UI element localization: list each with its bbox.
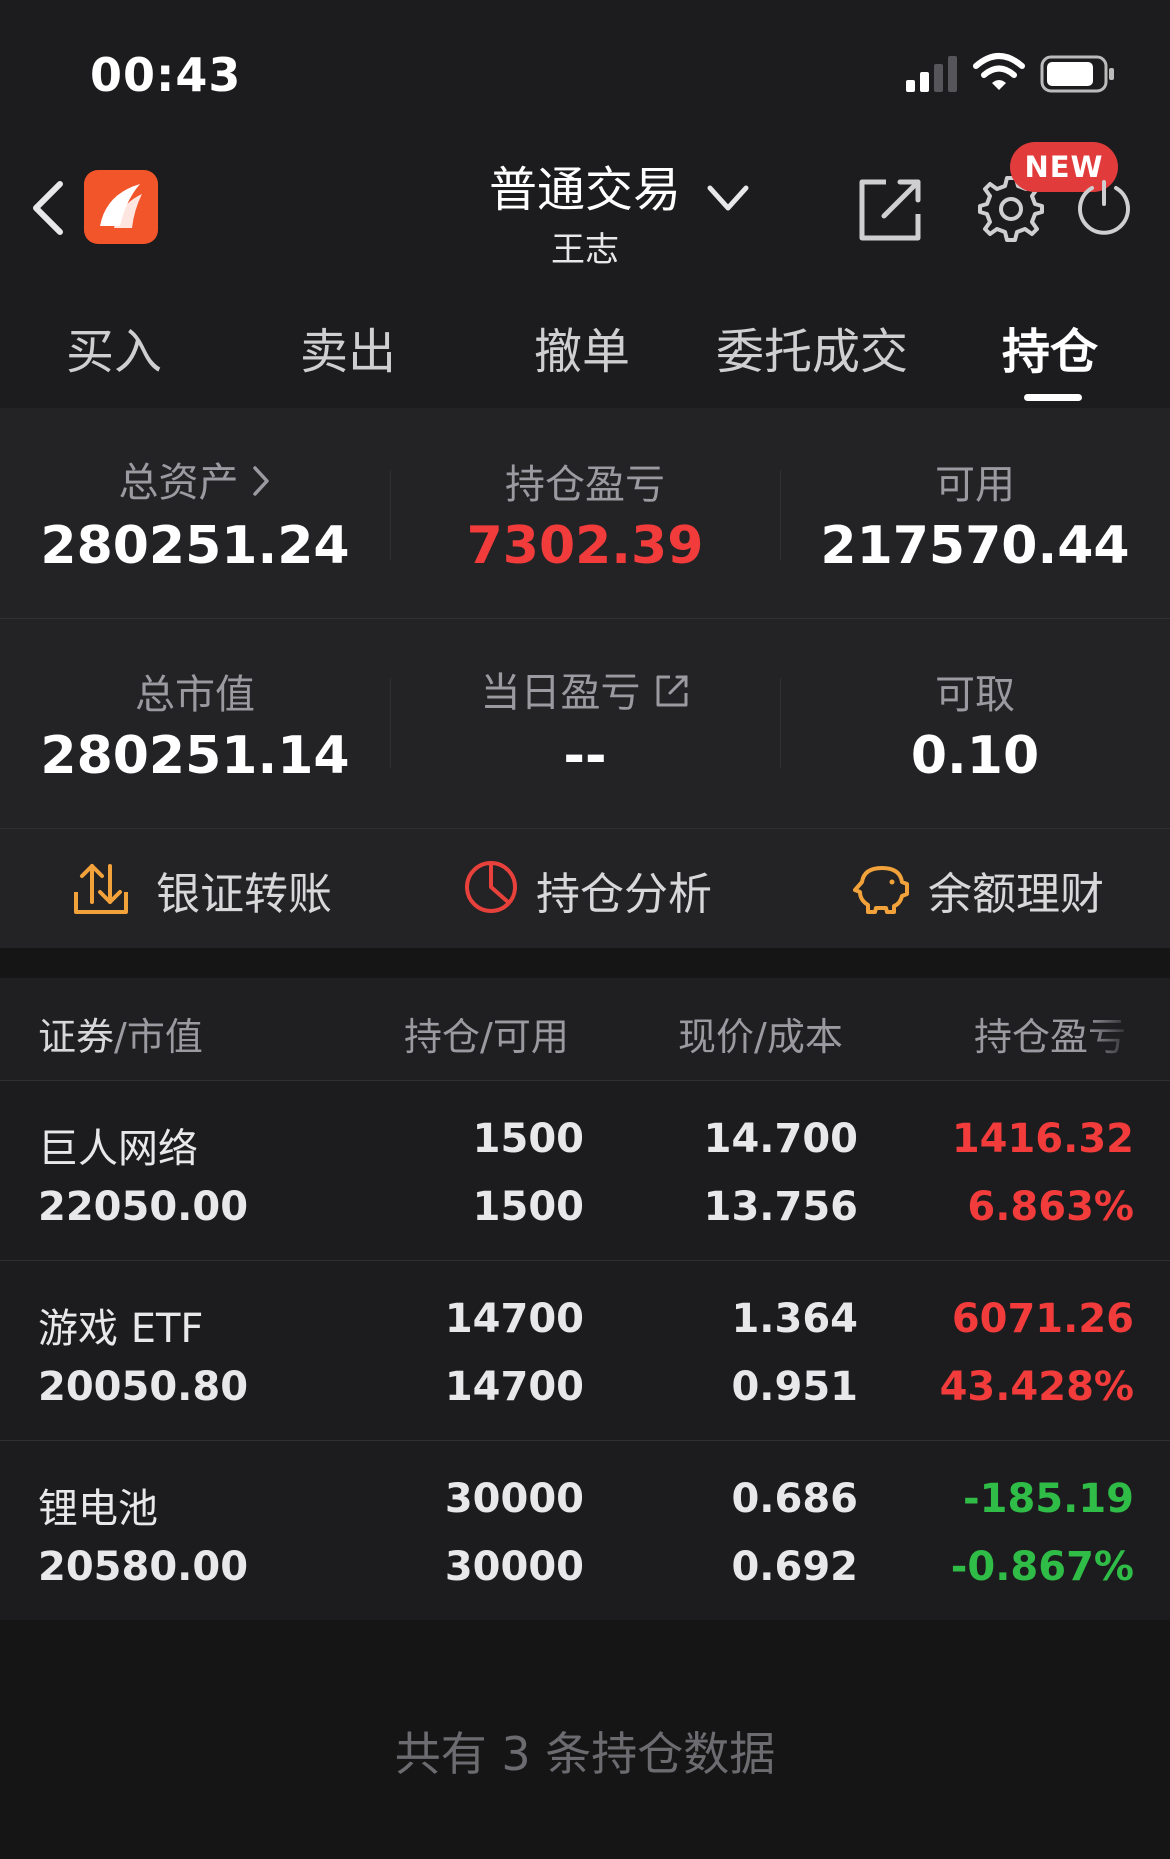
chevron-down-icon[interactable] (704, 180, 752, 216)
column-header-price[interactable]: 现价/成本 (678, 1006, 843, 1061)
external-link-small-icon (656, 675, 688, 707)
position-quantity: 14700 (444, 1296, 584, 1342)
divider (0, 1440, 1170, 1441)
tab-buy[interactable]: 买入 (66, 312, 162, 382)
section-gap (0, 948, 1170, 978)
current-price: 14.700 (703, 1116, 858, 1162)
holdings-count-footer: 共有 3 条持仓数据 (394, 1727, 776, 1781)
active-tab-indicator (1024, 394, 1082, 401)
position-pnl-percent: -0.867% (950, 1544, 1134, 1590)
security-market-value: 20580.00 (38, 1544, 249, 1590)
divider (0, 1260, 1170, 1261)
total-assets-link[interactable]: 总资产 (0, 450, 390, 508)
column-header-position[interactable]: 持仓/可用 (404, 1006, 569, 1061)
wifi-icon (973, 53, 1025, 90)
position-pnl: 1416.32 (951, 1116, 1134, 1162)
total-assets-label: 总资产 (118, 460, 239, 506)
position-quantity: 30000 (444, 1476, 584, 1522)
transfer-icon[interactable] (72, 858, 130, 916)
security-market-value: 22050.00 (38, 1184, 249, 1230)
tab-sell[interactable]: 卖出 (300, 312, 396, 382)
column-header-sub: 可用 (492, 1015, 569, 1059)
total-assets-value: 280251.24 (40, 516, 350, 576)
piggy-bank-icon[interactable] (852, 858, 910, 916)
available-quantity: 1500 (472, 1184, 584, 1230)
daily-pnl-link[interactable]: 当日盈亏 (390, 660, 780, 718)
position-quantity: 1500 (472, 1116, 584, 1162)
balance-finance-button[interactable]: 余额理财 (928, 858, 1104, 922)
column-header-separator: / (114, 1015, 127, 1059)
security-name: 锂电池 (38, 1486, 158, 1532)
status-time: 00:43 (90, 48, 242, 102)
column-header-separator: / (754, 1015, 767, 1059)
withdrawable-label: 可取 (935, 672, 1015, 718)
security-name: 游戏 ETF (38, 1306, 204, 1352)
position-pnl-label: 持仓盈亏 (505, 462, 665, 508)
column-header-security[interactable]: 证券/市值 (38, 1006, 203, 1061)
position-pnl-percent: 43.428% (939, 1364, 1134, 1410)
cost-price: 13.756 (703, 1184, 858, 1230)
position-pnl-value: 7302.39 (466, 516, 704, 576)
power-icon[interactable] (1074, 178, 1134, 238)
market-value-label: 总市值 (135, 672, 255, 718)
available-quantity: 30000 (444, 1544, 584, 1590)
available-value: 217570.44 (820, 516, 1130, 576)
daily-pnl-value: -- (563, 726, 607, 786)
column-header-sub: 市值 (126, 1015, 203, 1059)
table-row[interactable] (0, 1440, 1170, 1620)
column-header-main: 证券 (38, 1015, 115, 1059)
security-market-value: 20050.80 (38, 1364, 249, 1410)
available-quantity: 14700 (444, 1364, 584, 1410)
withdrawable-value: 0.10 (910, 726, 1040, 786)
column-header-pnl[interactable]: 持仓盈亏 (974, 1006, 1134, 1061)
holdings-analysis-button[interactable]: 持仓分析 (536, 858, 712, 922)
column-header-separator: / (480, 1015, 493, 1059)
chevron-right-icon (252, 466, 269, 496)
column-header-sub: 成本 (766, 1015, 843, 1059)
market-value-value: 280251.14 (40, 726, 350, 786)
cellular-signal-icon (906, 56, 957, 92)
bank-transfer-button[interactable]: 银证转账 (156, 858, 332, 922)
position-pnl-percent: 6.863% (967, 1184, 1134, 1230)
available-label: 可用 (935, 462, 1015, 508)
battery-icon (1040, 55, 1114, 93)
column-header-main: 持仓 (404, 1015, 481, 1059)
position-pnl: -185.19 (963, 1476, 1134, 1522)
tab-holdings[interactable]: 持仓 (1002, 312, 1098, 382)
security-name: 巨人网络 (38, 1126, 198, 1172)
divider (0, 1080, 1170, 1081)
divider (0, 828, 1170, 829)
pie-chart-icon[interactable] (462, 858, 520, 916)
tab-orders-deals[interactable]: 委托成交 (716, 312, 908, 382)
cost-price: 0.692 (731, 1544, 858, 1590)
external-link-icon[interactable] (856, 176, 924, 244)
tab-cancel-order[interactable]: 撤单 (534, 312, 630, 382)
daily-pnl-label: 当日盈亏 (480, 670, 641, 716)
column-header-main: 现价 (678, 1015, 755, 1059)
position-pnl: 6071.26 (951, 1296, 1134, 1342)
cost-price: 0.951 (731, 1364, 858, 1410)
current-price: 0.686 (731, 1476, 858, 1522)
current-price: 1.364 (731, 1296, 858, 1342)
divider (0, 618, 1170, 619)
